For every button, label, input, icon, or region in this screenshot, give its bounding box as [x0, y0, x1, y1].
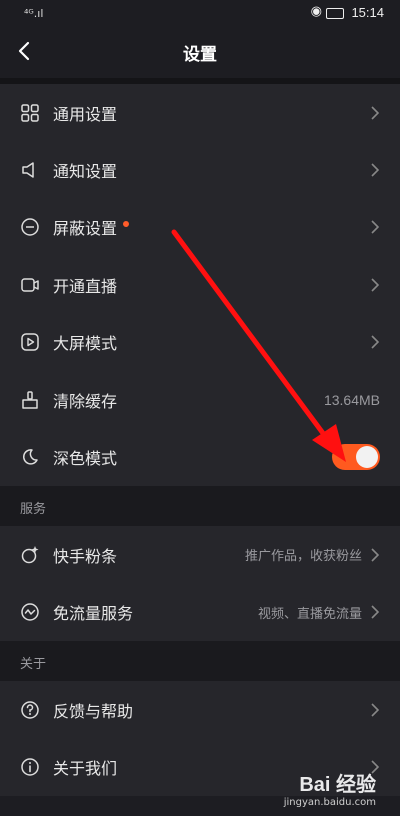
row-clear-cache[interactable]: 清除缓存 13.64MB — [0, 371, 400, 428]
row-label: 屏蔽设置 — [53, 219, 118, 239]
row-general-settings[interactable]: 通用设置 — [0, 84, 400, 141]
chevron-right-icon — [371, 335, 380, 349]
chevron-right-icon — [371, 163, 380, 177]
camera-icon — [21, 278, 39, 292]
row-open-live[interactable]: 开通直播 — [0, 256, 400, 313]
signal-icon: ⁴ᴳ.ıl — [24, 7, 44, 20]
help-icon — [21, 700, 39, 719]
watermark-url: jingyan.baidu.com — [283, 797, 376, 808]
status-bar: ⁴ᴳ.ıl ◉ 15:14 — [0, 0, 400, 26]
play-icon — [21, 333, 39, 351]
eye-icon: ◉ — [310, 4, 322, 19]
row-label: 通知设置 — [53, 162, 118, 182]
page-title: 设置 — [183, 45, 217, 65]
watermark-brand: Bai 经验 — [299, 774, 376, 796]
row-label: 关于我们 — [53, 759, 118, 779]
row-free-data[interactable]: 免流量服务 视频、直播免流量 — [0, 583, 400, 640]
row-label: 清除缓存 — [53, 391, 118, 411]
chevron-right-icon — [371, 106, 380, 120]
cache-size: 13.64MB — [323, 391, 380, 408]
speaker-icon — [22, 162, 34, 178]
info-icon — [21, 758, 39, 776]
chevron-right-icon — [371, 548, 380, 562]
chevron-right-icon — [371, 220, 380, 235]
row-dark-mode: 深色模式 — [0, 428, 400, 485]
dark-mode-toggle[interactable] — [332, 444, 380, 471]
broom-icon — [22, 390, 38, 409]
sparkle-icon — [21, 545, 39, 563]
row-subtitle: 推广作品，收获粉丝 — [244, 549, 362, 565]
chevron-right-icon — [371, 605, 380, 619]
row-fans-promotion[interactable]: 快手粉条 推广作品，收获粉丝 — [0, 526, 400, 583]
row-block-settings[interactable]: 屏蔽设置 — [0, 199, 400, 256]
chevron-right-icon — [371, 703, 380, 717]
battery-icon — [326, 8, 344, 19]
notification-dot — [123, 221, 130, 228]
watermark: Bai 经验 jingyan.baidu.com — [284, 768, 376, 808]
row-big-screen[interactable]: 大屏模式 — [0, 314, 400, 371]
row-feedback-help[interactable]: 反馈与帮助 — [0, 681, 400, 738]
toggle-knob — [356, 446, 378, 469]
row-subtitle: 视频、直播免流量 — [257, 606, 362, 622]
wave-icon — [21, 603, 39, 621]
row-label: 免流量服务 — [53, 604, 134, 624]
services-list: 快手粉条 推广作品，收获粉丝 免流量服务 视频、直播免流量 — [0, 526, 400, 641]
block-icon — [21, 218, 39, 237]
header-bar: 设置 — [0, 26, 400, 78]
row-label: 开通直播 — [53, 276, 118, 296]
grid-icon — [21, 103, 39, 122]
row-notification-settings[interactable]: 通知设置 — [0, 141, 400, 198]
row-label: 快手粉条 — [53, 546, 118, 566]
services-header: 服务 — [0, 486, 400, 526]
chevron-right-icon — [371, 278, 380, 292]
row-label: 反馈与帮助 — [53, 701, 134, 721]
row-label: 通用设置 — [53, 104, 118, 124]
settings-list: 通用设置 通知设置 屏蔽设置 开通直播 大屏模式 清除缓存 13.64MB 深色… — [0, 84, 400, 486]
row-label: 大屏模式 — [53, 334, 118, 354]
status-time: 15:14 — [351, 5, 384, 20]
row-label: 深色模式 — [53, 449, 118, 469]
about-header: 关于 — [0, 641, 400, 681]
moon-icon — [22, 449, 38, 465]
